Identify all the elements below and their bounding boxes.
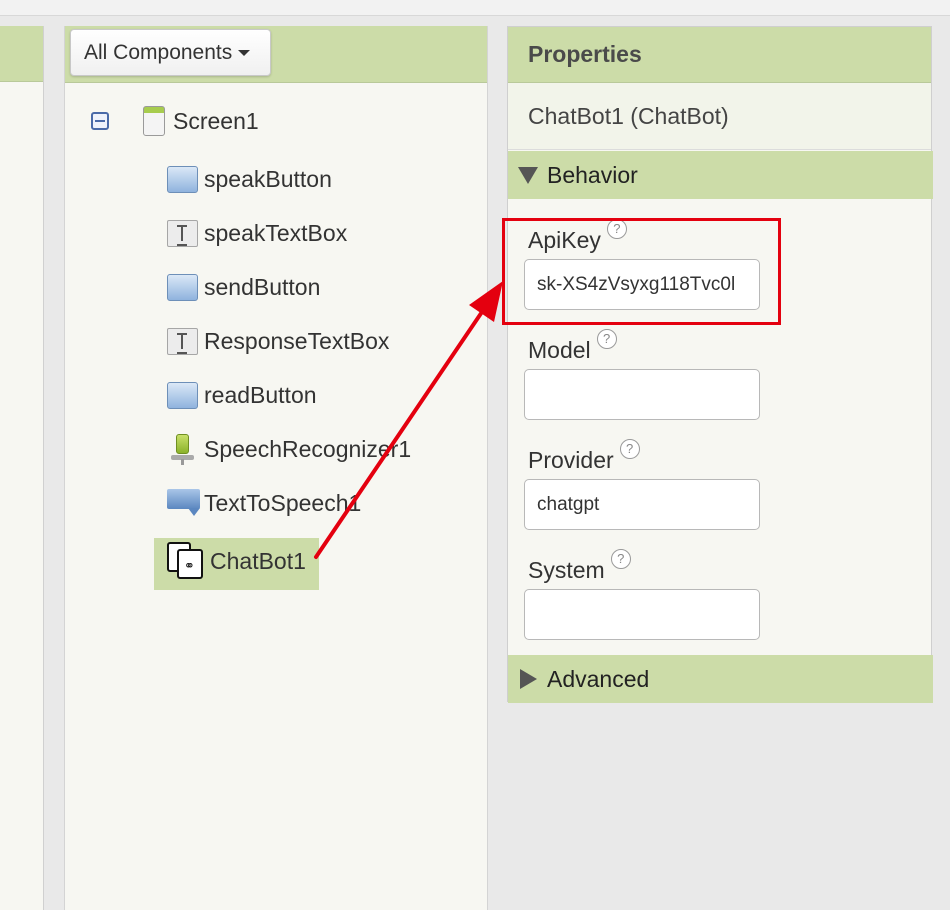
arrow-shaft xyxy=(314,304,488,559)
arrow-head xyxy=(469,281,503,322)
annotation-arrow xyxy=(314,281,503,559)
